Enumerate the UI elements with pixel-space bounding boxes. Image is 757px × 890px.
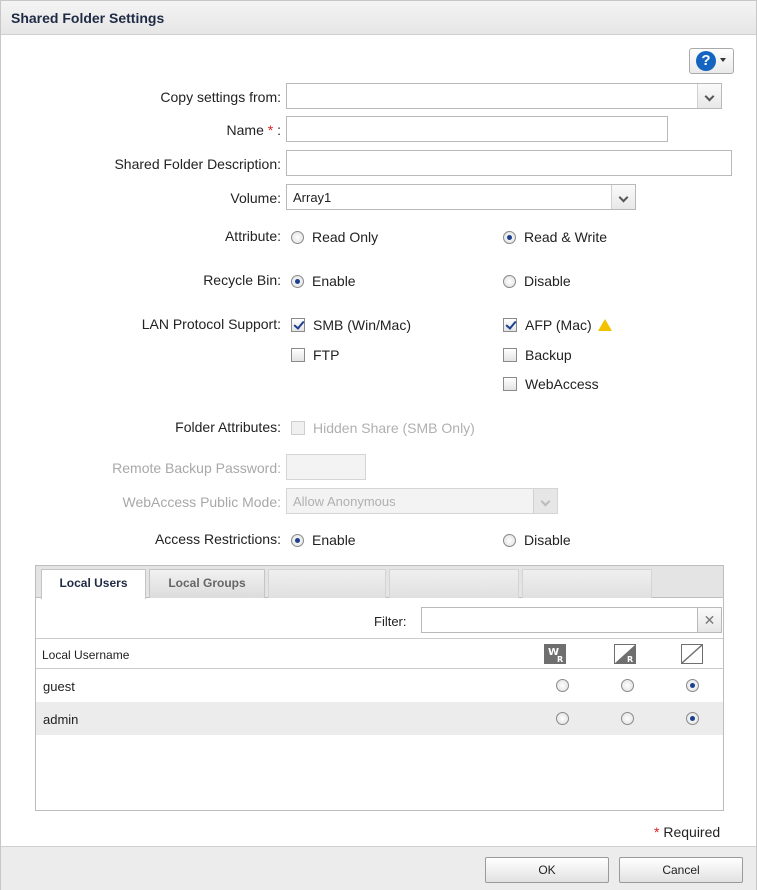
afp-checkbox[interactable]: AFP (Mac) bbox=[503, 317, 612, 333]
description-input[interactable] bbox=[286, 150, 732, 176]
access-restrictions-label: Access Restrictions: bbox=[154, 531, 281, 547]
no-access-radio[interactable] bbox=[686, 712, 699, 725]
table-row: guest bbox=[36, 669, 723, 702]
folder-attributes-label: Folder Attributes: bbox=[175, 419, 281, 435]
required-note: * Required bbox=[654, 824, 721, 840]
description-label: Shared Folder Description: bbox=[114, 156, 281, 172]
tab-domain-users[interactable]: Domain Users bbox=[268, 569, 386, 598]
chevron-down-icon[interactable] bbox=[533, 489, 557, 513]
webaccess-checkbox[interactable]: WebAccess bbox=[503, 376, 599, 392]
read-write-icon: W R bbox=[544, 644, 566, 664]
dialog-titlebar: Shared Folder Settings bbox=[1, 1, 756, 35]
shared-folder-settings-dialog: Shared Folder Settings ? Copy settings f… bbox=[0, 0, 757, 890]
access-restrictions-enable-radio[interactable]: Enable bbox=[291, 532, 356, 548]
ok-button[interactable]: OK bbox=[485, 857, 609, 883]
remote-backup-password-input[interactable] bbox=[286, 454, 366, 480]
tab-local-users[interactable]: Local Users bbox=[41, 569, 146, 599]
name-label: Name * : bbox=[226, 122, 281, 138]
volume-label: Volume: bbox=[230, 190, 281, 206]
filter-input[interactable] bbox=[421, 607, 698, 633]
table-header: Local Username W R R bbox=[36, 638, 723, 669]
warning-icon bbox=[597, 319, 612, 331]
recycle-bin-disable-radio[interactable]: Disable bbox=[503, 273, 571, 289]
filter-label: Filter: bbox=[374, 614, 407, 629]
question-icon: ? bbox=[696, 51, 716, 71]
backup-checkbox[interactable]: Backup bbox=[503, 347, 572, 363]
dialog-footer: OK Cancel bbox=[1, 846, 756, 890]
lan-protocol-label: LAN Protocol Support: bbox=[141, 316, 281, 332]
webaccess-public-mode-label: WebAccess Public Mode: bbox=[122, 494, 281, 510]
access-panel: Local Users Local Groups Domain Users Do… bbox=[35, 565, 724, 811]
smb-checkbox[interactable]: SMB (Win/Mac) bbox=[291, 317, 411, 333]
tab-external-users[interactable]: External Users bbox=[522, 569, 652, 598]
copy-settings-label: Copy settings from: bbox=[160, 89, 281, 105]
no-access-radio[interactable] bbox=[686, 679, 699, 692]
chevron-down-icon[interactable] bbox=[697, 84, 721, 108]
tab-local-groups[interactable]: Local Groups bbox=[149, 569, 265, 598]
tab-domain-groups[interactable]: Domain Groups bbox=[389, 569, 519, 598]
chevron-down-icon bbox=[720, 58, 726, 62]
recycle-bin-enable-radio[interactable]: Enable bbox=[291, 273, 356, 289]
table-row: admin bbox=[36, 702, 723, 735]
column-header-username: Local Username bbox=[42, 648, 130, 662]
svg-text:R: R bbox=[627, 655, 633, 664]
copy-settings-select[interactable] bbox=[286, 83, 722, 109]
attribute-read-only-radio[interactable]: Read Only bbox=[291, 229, 378, 245]
name-input[interactable] bbox=[286, 116, 668, 142]
cancel-button[interactable]: Cancel bbox=[619, 857, 743, 883]
username-cell: guest bbox=[43, 679, 75, 694]
ftp-checkbox[interactable]: FTP bbox=[291, 347, 339, 363]
svg-text:R: R bbox=[557, 655, 563, 664]
read-write-radio[interactable] bbox=[556, 679, 569, 692]
username-cell: admin bbox=[43, 712, 79, 727]
recycle-bin-label: Recycle Bin: bbox=[203, 272, 281, 288]
remote-backup-password-label: Remote Backup Password: bbox=[112, 460, 281, 476]
volume-select[interactable]: Array1 bbox=[286, 184, 636, 210]
read-only-radio[interactable] bbox=[621, 679, 634, 692]
read-only-radio[interactable] bbox=[621, 712, 634, 725]
required-star: * bbox=[267, 122, 274, 138]
no-access-icon bbox=[681, 644, 703, 664]
dialog-title: Shared Folder Settings bbox=[11, 10, 165, 26]
access-restrictions-disable-radio[interactable]: Disable bbox=[503, 532, 571, 548]
attribute-read-write-radio[interactable]: Read & Write bbox=[503, 229, 607, 245]
hidden-share-checkbox[interactable]: Hidden Share (SMB Only) bbox=[291, 420, 475, 436]
webaccess-public-mode-select[interactable]: Allow Anonymous bbox=[286, 488, 558, 514]
chevron-down-icon[interactable] bbox=[611, 185, 635, 209]
read-write-radio[interactable] bbox=[556, 712, 569, 725]
close-icon[interactable]: ✕ bbox=[697, 607, 722, 633]
read-only-icon: R bbox=[614, 644, 636, 664]
attribute-label: Attribute: bbox=[224, 228, 281, 244]
help-button[interactable]: ? bbox=[689, 48, 734, 74]
tab-strip: Local Users Local Groups Domain Users Do… bbox=[36, 566, 723, 599]
